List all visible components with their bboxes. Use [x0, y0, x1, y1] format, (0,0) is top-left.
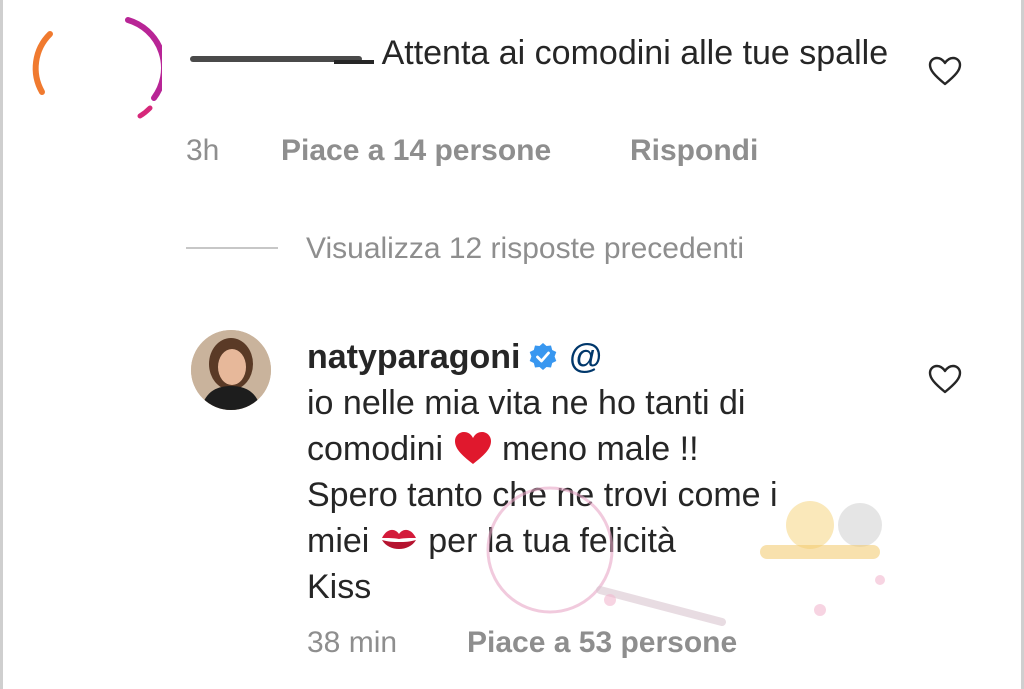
- reply-like-heart-icon[interactable]: [928, 364, 962, 394]
- comment-likes-link[interactable]: Piace a 14 persone: [281, 134, 630, 168]
- comment-time: 3h: [186, 134, 220, 167]
- reply-text: natyparagoni @ io nelle mia vita ne ho t…: [307, 334, 927, 610]
- replies-divider: [186, 247, 278, 249]
- reply-avatar[interactable]: [191, 330, 271, 410]
- reply-line-2: comodini meno male !!: [307, 430, 699, 468]
- like-heart-icon[interactable]: [928, 56, 962, 86]
- reply-line-5: Kiss: [307, 568, 372, 606]
- mention-link[interactable]: @: [568, 338, 753, 376]
- reply-line-4: miei per la tua felicità: [307, 522, 676, 560]
- reply-meta: 38 min Piace a 53 persone: [307, 626, 737, 660]
- left-border: [0, 0, 3, 689]
- reply-username[interactable]: natyparagoni: [307, 338, 520, 376]
- comment-text: Attenta ai comodini alle tue spalle: [186, 30, 906, 76]
- reply-button[interactable]: Rispondi: [630, 134, 758, 168]
- view-previous-replies-link[interactable]: Visualizza 12 risposte precedenti: [306, 232, 744, 266]
- reply-time: 38 min: [307, 626, 398, 659]
- comment-body: Attenta ai comodini alle tue spalle: [381, 34, 889, 72]
- kiss-mark-emoji-icon: [381, 529, 416, 549]
- reply-line-1: io nelle mia vita ne ho tanti di: [307, 384, 746, 422]
- reply-likes-link[interactable]: Piace a 53 persone: [467, 626, 737, 660]
- redacted-username[interactable]: [186, 38, 374, 68]
- commenter-avatar[interactable]: [30, 12, 162, 122]
- reply-line-3: Spero tanto che ne trovi come i: [307, 476, 778, 514]
- verified-badge-icon: [530, 343, 557, 370]
- comment-meta: 3h Piace a 14 persone Rispondi: [186, 134, 758, 168]
- red-heart-emoji-icon: [454, 432, 491, 464]
